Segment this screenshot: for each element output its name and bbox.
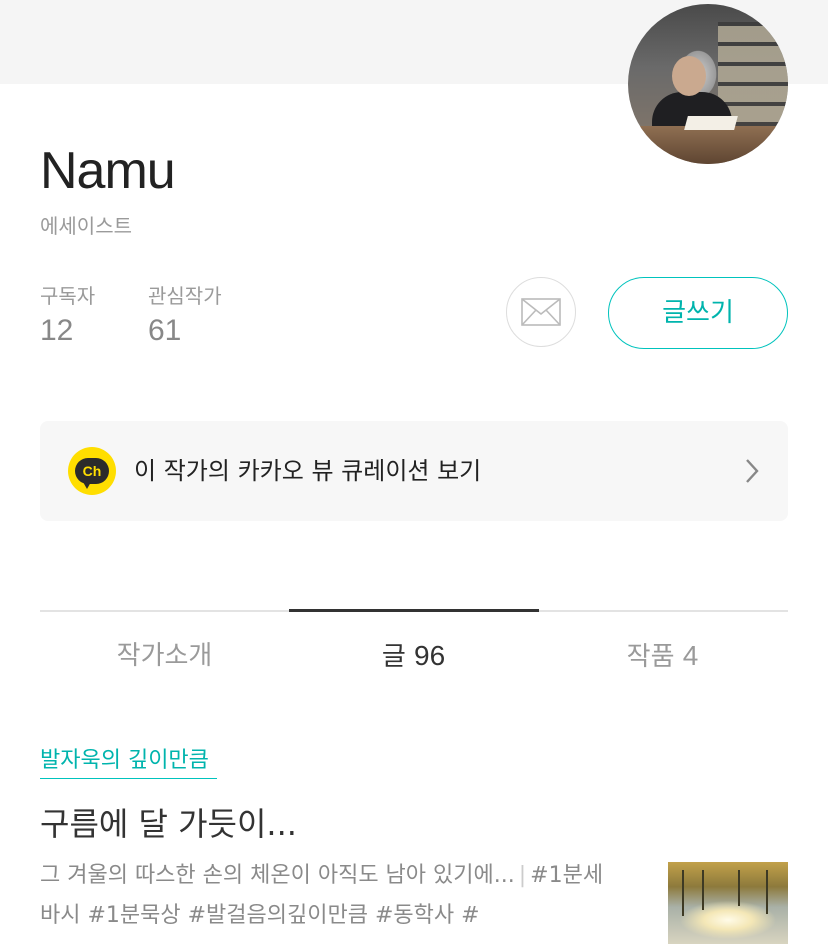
following-count: 61 — [148, 314, 182, 347]
following-stat[interactable]: 관심작가 61 — [148, 282, 222, 350]
message-button[interactable] — [506, 277, 576, 347]
avatar-table — [628, 126, 788, 164]
author-role: 에세이스트 — [40, 214, 132, 238]
avatar-book — [684, 116, 738, 130]
post-excerpt-text: 그 겨울의 따스한 손의 체온이 아직도 남아 있기에... — [40, 863, 515, 888]
post-thumbnail[interactable] — [668, 862, 788, 944]
author-name: Namu — [40, 142, 176, 200]
chevron-right-icon — [746, 459, 759, 483]
post-title[interactable]: 구름에 달 가듯이... — [40, 800, 297, 848]
active-tab-indicator — [289, 609, 539, 612]
kakao-view-label: 이 작가의 카카오 뷰 큐레이션 보기 — [134, 457, 482, 485]
tab-posts-count: 96 — [414, 640, 446, 671]
kakao-channel-icon: Ch — [68, 447, 116, 495]
magazine-link[interactable]: 발자욱의 깊이만큼 — [40, 744, 217, 779]
subscriber-count: 12 — [40, 314, 74, 347]
thumbnail-tree — [766, 870, 768, 914]
write-button[interactable]: 글쓰기 — [608, 277, 788, 349]
tab-works-label: 작품 — [626, 642, 675, 672]
author-avatar[interactable] — [628, 4, 788, 164]
kakao-view-curation-link[interactable]: Ch 이 작가의 카카오 뷰 큐레이션 보기 — [40, 421, 788, 521]
post-excerpt[interactable]: 그 겨울의 따스한 손의 체온이 아직도 남아 있기에... | #1분세바시 #1… — [40, 856, 610, 936]
tab-author-intro[interactable]: 작가소개 — [40, 636, 289, 676]
avatar-person-head — [672, 56, 706, 96]
profile-tabs: 작가소개 글 96 작품 4 — [40, 609, 788, 690]
thumbnail-tree — [702, 870, 704, 910]
tab-author-intro-label: 작가소개 — [116, 641, 213, 671]
tab-works[interactable]: 작품 4 — [538, 636, 787, 677]
excerpt-separator: | — [518, 863, 527, 888]
subscriber-label: 구독자 — [40, 284, 96, 308]
kakao-channel-badge: Ch — [75, 458, 109, 489]
thumbnail-tree — [738, 870, 740, 906]
following-label: 관심작가 — [148, 284, 222, 308]
thumbnail-tree — [682, 870, 684, 916]
subscriber-stat[interactable]: 구독자 12 — [40, 282, 95, 350]
tab-posts-label: 글 — [381, 642, 406, 672]
mail-icon — [521, 298, 561, 326]
tab-posts[interactable]: 글 96 — [289, 636, 538, 677]
tab-works-count: 4 — [682, 640, 699, 671]
